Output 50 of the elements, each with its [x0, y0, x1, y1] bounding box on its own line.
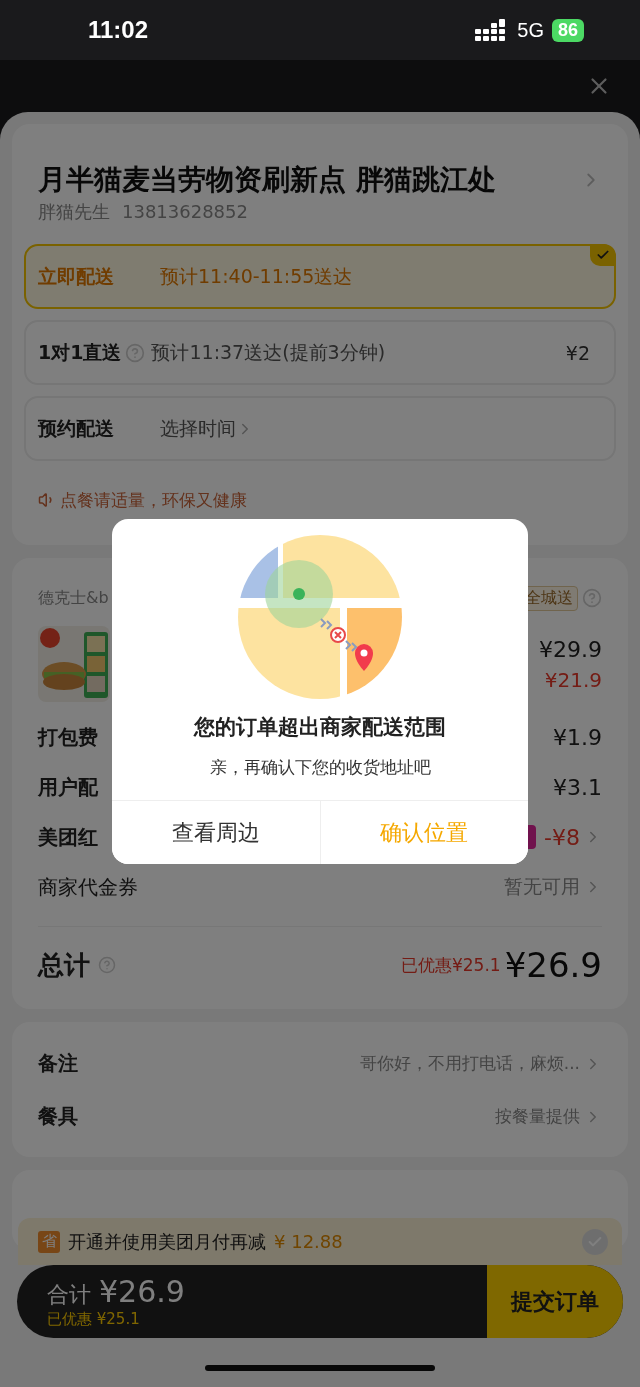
- option-label: 1对1直送: [38, 339, 122, 365]
- submit-button[interactable]: 提交订单: [487, 1265, 623, 1338]
- option-price: ¥2: [565, 341, 590, 364]
- check-icon: [590, 244, 616, 266]
- fee-label: 打包费: [38, 723, 98, 751]
- total-label: 总计: [38, 948, 90, 982]
- extra-label: 备注: [38, 1050, 78, 1077]
- fee-value: -¥8: [544, 824, 580, 850]
- checkout-saved: 已优惠 ¥25.1: [47, 1310, 141, 1329]
- promo-amount: ¥ 12.88: [274, 1231, 343, 1252]
- status-time: 11:02: [88, 16, 149, 44]
- fee-label: 用户配: [38, 773, 98, 801]
- checkout-amount: ¥26.9: [99, 1274, 185, 1309]
- checkout-label: 合计: [47, 1281, 91, 1309]
- help-icon[interactable]: [98, 956, 116, 974]
- network-label: 5G: [517, 18, 544, 42]
- extra-value: 按餐量提供: [495, 1105, 580, 1128]
- fee-label: 美团红: [38, 823, 98, 851]
- discount-price: ¥21.9: [544, 667, 602, 692]
- extra-label: 餐具: [38, 1103, 78, 1130]
- delivery-option[interactable]: 预约配送 选择时间: [24, 396, 616, 461]
- fee-value: ¥3.1: [553, 774, 602, 800]
- option-time: 预计11:40-11:55送达: [160, 263, 353, 289]
- option-time: 选择时间: [160, 415, 236, 441]
- help-icon[interactable]: [125, 342, 146, 363]
- store-name: 德克士&b: [38, 587, 109, 609]
- help-icon[interactable]: [582, 588, 602, 608]
- original-price: ¥29.9: [539, 636, 602, 662]
- extra-row[interactable]: 备注 哥你好，不用打电话，麻烦...: [24, 1037, 616, 1090]
- extra-value: 哥你好，不用打电话，麻烦...: [359, 1052, 580, 1075]
- contact-phone: 13813628852: [122, 200, 248, 224]
- fee-value: 暂无可用: [504, 874, 580, 899]
- promo-text: 开通并使用美团月付再减: [68, 1229, 266, 1254]
- option-time: 预计11:37送达(提前3分钟): [151, 339, 386, 365]
- contact-name: 胖猫先生: [38, 200, 110, 224]
- fee-label: 商家代金券: [38, 873, 138, 901]
- fee-value: ¥1.9: [553, 724, 602, 750]
- tip-text: 点餐请适量，环保又健康: [60, 489, 247, 511]
- total-amount: ¥26.9: [504, 945, 602, 985]
- battery-level: 86: [551, 18, 584, 42]
- promo-icon: 省: [38, 1230, 60, 1253]
- delivery-option[interactable]: 1对1直送 预计11:37送达(提前3分钟) ¥2: [24, 320, 616, 385]
- home-indicator[interactable]: [205, 1365, 435, 1371]
- dialog-title: 您的订单超出商家配送范围: [194, 714, 446, 741]
- option-label: 立即配送: [38, 263, 115, 289]
- saved-amount: 已优惠¥25.1: [401, 953, 501, 977]
- address-title: 月半猫麦当劳物资刷新点 胖猫跳江处: [38, 162, 496, 198]
- extra-row[interactable]: 餐具 按餐量提供: [24, 1090, 616, 1143]
- option-label: 预约配送: [38, 415, 115, 441]
- dialog-message: 亲，再确认下您的收货地址吧: [209, 756, 431, 779]
